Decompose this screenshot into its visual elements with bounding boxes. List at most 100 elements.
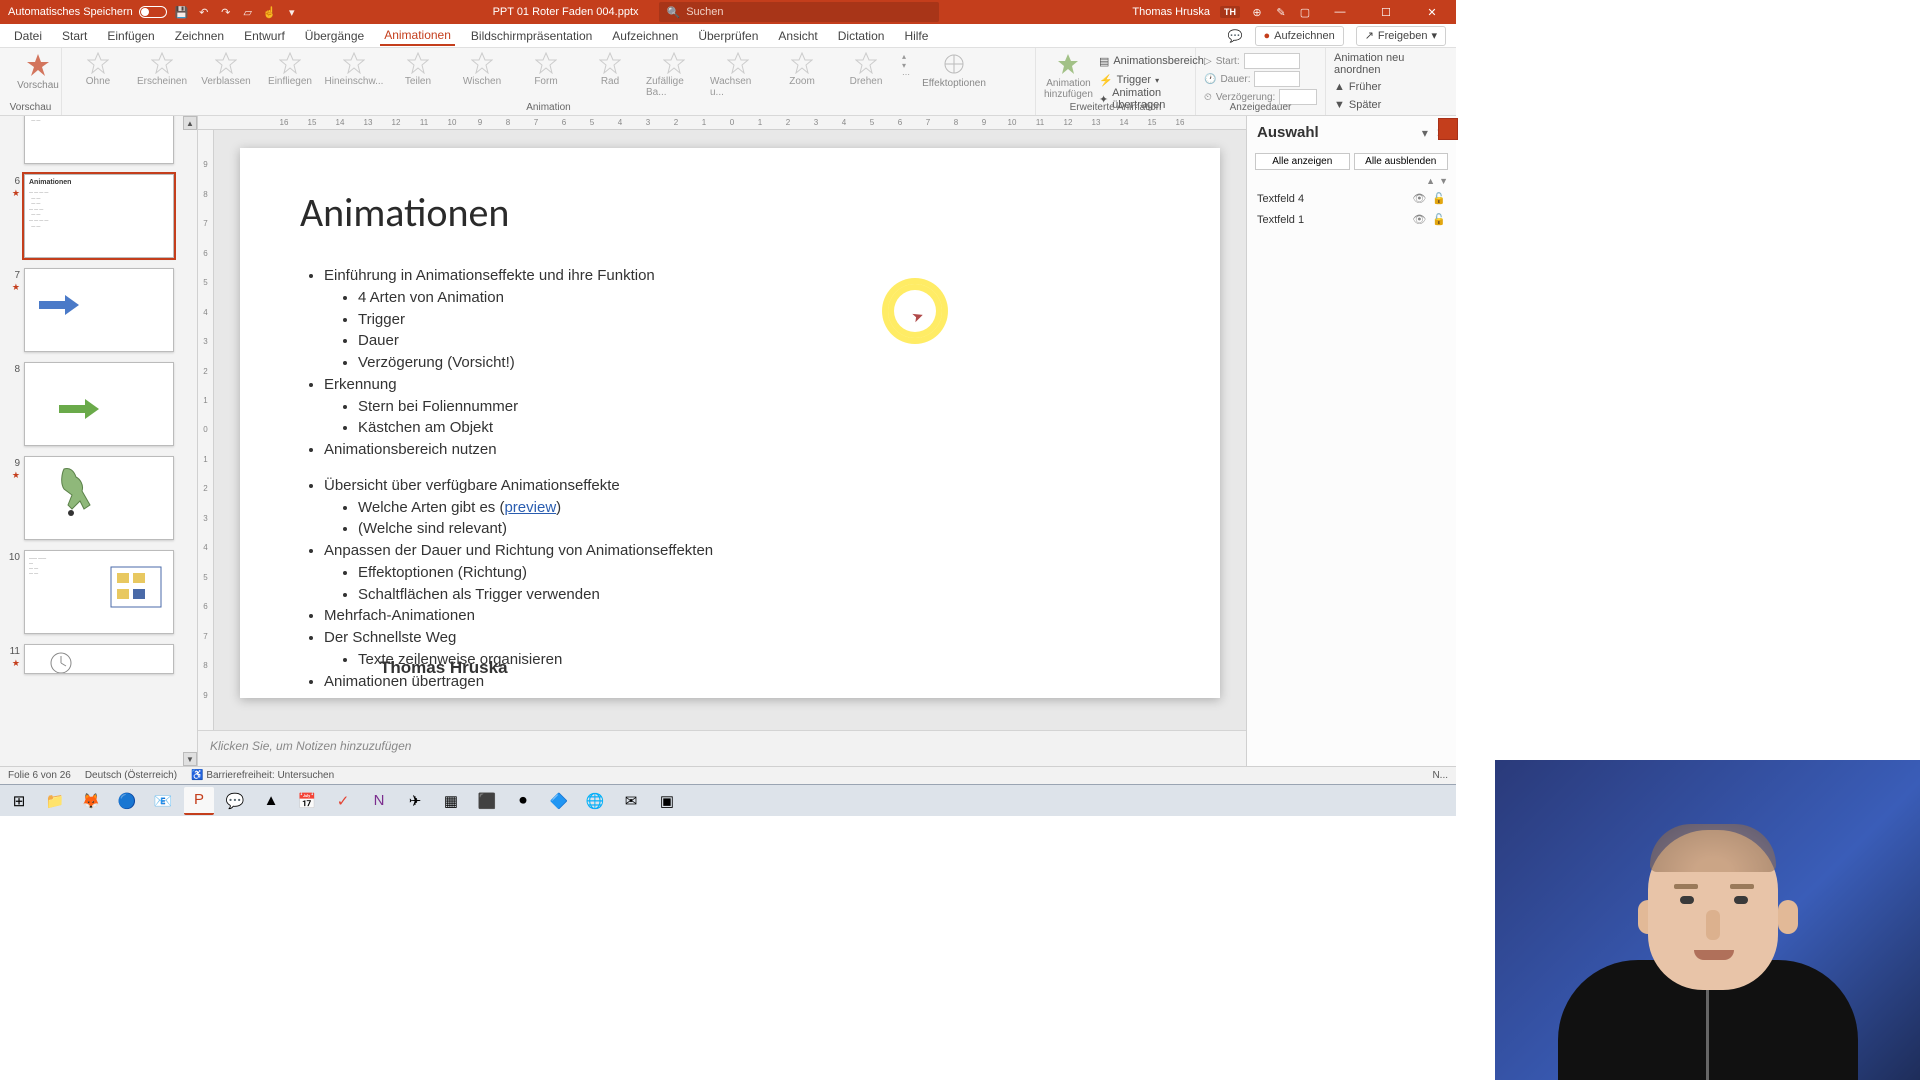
- coming-soon-icon[interactable]: ⊕: [1250, 5, 1264, 19]
- tab-ueberpruefen[interactable]: Überprüfen: [694, 27, 762, 45]
- notes-toggle[interactable]: N...: [1432, 770, 1448, 781]
- effect-teilen[interactable]: Teilen: [390, 52, 446, 87]
- comments-icon[interactable]: 💬: [1228, 29, 1243, 43]
- app2-icon[interactable]: ▦: [436, 787, 466, 815]
- app-icon[interactable]: 💬: [220, 787, 250, 815]
- mail-icon[interactable]: ✉: [616, 787, 646, 815]
- effect-wachsen[interactable]: Wachsen u...: [710, 52, 766, 98]
- animationsbereich-button[interactable]: ▤Animationsbereich: [1099, 52, 1204, 70]
- freigeben-button[interactable]: ↗Freigeben▾: [1356, 26, 1446, 46]
- eye-icon[interactable]: 👁: [1412, 213, 1426, 226]
- tab-einfuegen[interactable]: Einfügen: [103, 27, 158, 45]
- slide-title[interactable]: Animationen: [300, 188, 1160, 237]
- spaeter-button[interactable]: ▼Später: [1334, 96, 1448, 114]
- powerpoint-icon[interactable]: P: [184, 787, 214, 815]
- side-tab-icon[interactable]: [1438, 118, 1458, 140]
- thumb-slide-11[interactable]: [24, 644, 174, 674]
- show-all-button[interactable]: Alle anzeigen: [1255, 153, 1350, 170]
- tab-zeichnen[interactable]: Zeichnen: [171, 27, 228, 45]
- thumbs-scroll-down[interactable]: ▼: [183, 752, 197, 766]
- app3-icon[interactable]: 🔷: [544, 787, 574, 815]
- selection-item-textfeld4[interactable]: Textfeld 4 👁🔓: [1247, 188, 1456, 209]
- lock-icon[interactable]: 🔓: [1432, 213, 1446, 226]
- thumb-slide-9[interactable]: [24, 456, 174, 540]
- start-menu-button[interactable]: ⊞: [4, 787, 34, 815]
- tab-dictation[interactable]: Dictation: [834, 27, 889, 45]
- record-icon[interactable]: ⏺: [508, 787, 538, 815]
- save-icon[interactable]: 💾: [175, 5, 189, 19]
- chrome-icon[interactable]: 🔵: [112, 787, 142, 815]
- frueher-button[interactable]: ▲Früher: [1334, 78, 1448, 96]
- search-input[interactable]: 🔍 Suchen: [659, 2, 939, 22]
- thumb-slide-10[interactable]: —— ———— —— —: [24, 550, 174, 634]
- pen-icon[interactable]: ✎: [1274, 5, 1288, 19]
- move-down-icon[interactable]: ▼: [1439, 176, 1448, 186]
- document-title[interactable]: PPT 01 Roter Faden 004.pptx: [493, 6, 639, 18]
- slide-author[interactable]: Thomas Hruska: [380, 658, 508, 678]
- preview-link[interactable]: preview: [504, 499, 556, 516]
- effect-zufaellige-balken[interactable]: Zufällige Ba...: [646, 52, 702, 98]
- user-badge[interactable]: TH: [1220, 6, 1240, 18]
- effect-wischen[interactable]: Wischen: [454, 52, 510, 87]
- thumb-slide-5[interactable]: Animationen— — — — — — — —— — — — —: [24, 116, 174, 164]
- thumb-slide-6[interactable]: Animationen— — — — — — — —— — — — —— — —…: [24, 174, 174, 258]
- ribbon-options-icon[interactable]: ▢: [1298, 5, 1312, 19]
- tab-aufzeichnen[interactable]: Aufzeichnen: [608, 27, 682, 45]
- firefox-icon[interactable]: 🦊: [76, 787, 106, 815]
- pane-dropdown-icon[interactable]: ▾: [1422, 126, 1428, 140]
- effect-rad[interactable]: Rad: [582, 52, 638, 87]
- slide-canvas[interactable]: Animationen Einführung in Animationseffe…: [240, 148, 1220, 698]
- effektoptionen-button[interactable]: Effektoptionen: [924, 52, 984, 89]
- obs-icon[interactable]: ⬛: [472, 787, 502, 815]
- close-button[interactable]: ✕: [1414, 0, 1450, 24]
- redo-icon[interactable]: ↷: [219, 5, 233, 19]
- tab-hilfe[interactable]: Hilfe: [900, 27, 932, 45]
- thumb-slide-7[interactable]: [24, 268, 174, 352]
- tab-ansicht[interactable]: Ansicht: [774, 27, 821, 45]
- hide-all-button[interactable]: Alle ausblenden: [1354, 153, 1449, 170]
- tab-uebergaenge[interactable]: Übergänge: [301, 27, 368, 45]
- start-field[interactable]: ▷Start:: [1204, 52, 1317, 70]
- explorer-icon[interactable]: 📁: [40, 787, 70, 815]
- telegram-icon[interactable]: ✈: [400, 787, 430, 815]
- minimize-button[interactable]: —: [1322, 0, 1358, 24]
- maximize-button[interactable]: ☐: [1368, 0, 1404, 24]
- tab-animationen[interactable]: Animationen: [380, 26, 455, 46]
- dauer-field[interactable]: 🕐Dauer:: [1204, 70, 1317, 88]
- present-from-start-icon[interactable]: ▱: [241, 5, 255, 19]
- animation-hinzufuegen-button[interactable]: Animation hinzufügen: [1044, 52, 1093, 108]
- move-up-icon[interactable]: ▲: [1426, 176, 1435, 186]
- onenote-icon[interactable]: N: [364, 787, 394, 815]
- edge-icon[interactable]: 🌐: [580, 787, 610, 815]
- effect-erscheinen[interactable]: Erscheinen: [134, 52, 190, 87]
- tab-bildschirmpraesentation[interactable]: Bildschirmpräsentation: [467, 27, 596, 45]
- app4-icon[interactable]: ▣: [652, 787, 682, 815]
- tab-datei[interactable]: Datei: [10, 27, 46, 45]
- tab-entwurf[interactable]: Entwurf: [240, 27, 289, 45]
- slide-counter[interactable]: Folie 6 von 26: [8, 770, 71, 781]
- effect-gallery-more[interactable]: ▴▾⋯: [902, 52, 910, 79]
- selection-item-textfeld1[interactable]: Textfeld 1 👁🔓: [1247, 209, 1456, 230]
- thumbs-scroll-up[interactable]: ▲: [183, 116, 197, 130]
- effect-verblassen[interactable]: Verblassen: [198, 52, 254, 87]
- vlc-icon[interactable]: ▲: [256, 787, 286, 815]
- effect-form[interactable]: Form: [518, 52, 574, 87]
- aufzeichnen-button[interactable]: ●Aufzeichnen: [1255, 26, 1344, 46]
- accessibility-check[interactable]: ♿ Barrierefreiheit: Untersuchen: [191, 770, 334, 781]
- effect-ohne[interactable]: Ohne: [70, 52, 126, 87]
- vorschau-button[interactable]: Vorschau: [8, 52, 68, 91]
- toggle-switch-icon[interactable]: [139, 6, 167, 18]
- thumb-slide-8[interactable]: [24, 362, 174, 446]
- lock-icon[interactable]: 🔓: [1432, 192, 1446, 205]
- outlook-icon[interactable]: 📧: [148, 787, 178, 815]
- effect-zoom[interactable]: Zoom: [774, 52, 830, 87]
- effect-drehen[interactable]: Drehen: [838, 52, 894, 87]
- user-name[interactable]: Thomas Hruska: [1132, 6, 1210, 18]
- slide-body[interactable]: Einführung in Animationseffekte und ihre…: [300, 265, 1160, 461]
- eye-icon[interactable]: 👁: [1412, 192, 1426, 205]
- notes-pane[interactable]: Klicken Sie, um Notizen hinzuzufügen: [198, 730, 1246, 766]
- effect-hineinschweben[interactable]: Hineinschw...: [326, 52, 382, 87]
- qat-dropdown-icon[interactable]: ▾: [285, 5, 299, 19]
- undo-icon[interactable]: ↶: [197, 5, 211, 19]
- calendar-icon[interactable]: 📅: [292, 787, 322, 815]
